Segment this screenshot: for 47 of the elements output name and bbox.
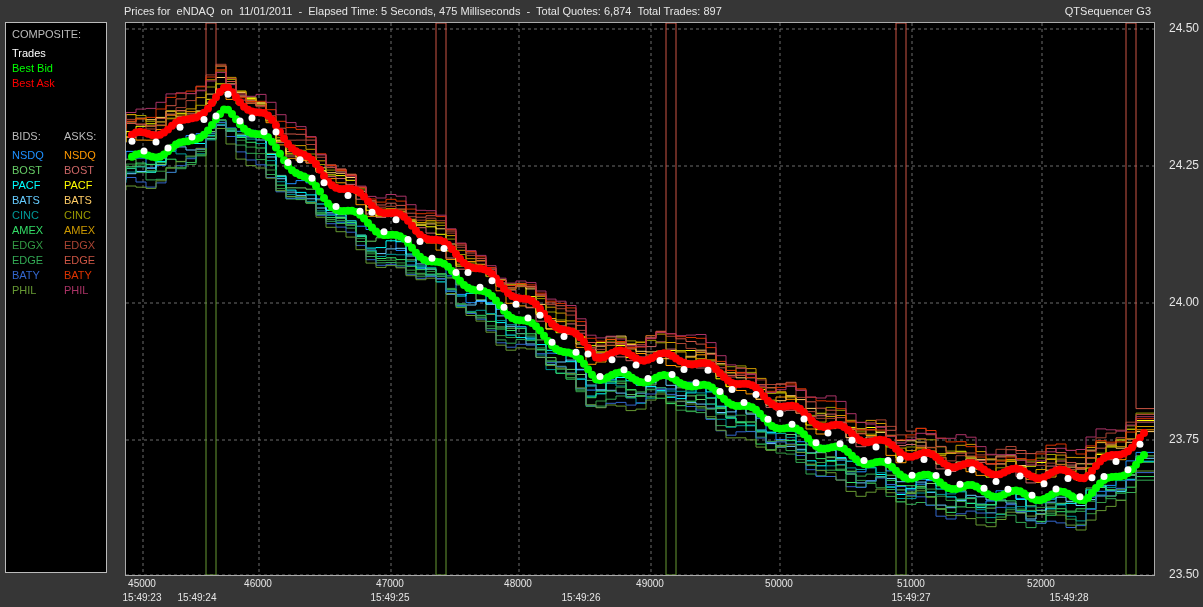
legend-label: CINC (64, 208, 91, 223)
legend-label: PHIL (12, 283, 37, 298)
y-axis-label: 23.75 (1168, 432, 1199, 446)
legend-label: BOST (64, 163, 94, 178)
legend-label: BATY (64, 268, 92, 283)
x-axis-label: 48000 (504, 578, 532, 589)
legend-heading: ASKS: (64, 129, 97, 144)
legend-label: NSDQ (12, 148, 44, 163)
legend-label: BOST (12, 163, 42, 178)
x-axis-label: 50000 (765, 578, 793, 589)
legend-label: PACF (64, 178, 93, 193)
legend-heading: COMPOSITE: (12, 27, 82, 42)
legend-label: BATS (12, 193, 40, 208)
legend-label: NSDQ (64, 148, 96, 163)
legend-label: Best Bid (12, 61, 53, 76)
legend-label: PHIL (64, 283, 89, 298)
y-axis-label: 24.50 (1168, 21, 1199, 35)
x-axis-label: 46000 (244, 578, 272, 589)
legend-label: EDGX (12, 238, 44, 253)
app-name: QTSequencer G3 (1064, 5, 1151, 17)
legend-label: BATY (12, 268, 40, 283)
legend-label: CINC (12, 208, 39, 223)
legend-label: AMEX (12, 223, 44, 238)
legend-label: EDGE (64, 253, 96, 268)
x-axis-label: 52000 (1027, 578, 1055, 589)
x-axis-label: 49000 (636, 578, 664, 589)
legend-label: EDGE (12, 253, 44, 268)
legend-heading: BIDS: (12, 129, 41, 144)
x-axis-label: 47000 (376, 578, 404, 589)
y-axis-label: 24.25 (1168, 158, 1199, 172)
time-label: 15:49:28 (1049, 592, 1089, 603)
chart-title: Prices for eNDAQ on 11/01/2011 - Elapsed Time: 5 Seconds, 475 Milliseconds - Total Quotes: 6,874 Total Trades: 897 (124, 5, 723, 17)
legend-label: Best Ask (12, 76, 55, 91)
time-label: 15:49:23 (122, 592, 162, 603)
time-label: 15:49:27 (891, 592, 931, 603)
x-axis-label: 45000 (128, 578, 156, 589)
legend-label: AMEX (64, 223, 96, 238)
legend-label: Trades (12, 46, 46, 61)
legend-label: EDGX (64, 238, 96, 253)
y-axis-label: 24.00 (1168, 295, 1199, 309)
legend-label: PACF (12, 178, 41, 193)
legend-label: BATS (64, 193, 92, 208)
time-label: 15:49:25 (370, 592, 410, 603)
time-label: 15:49:24 (177, 592, 217, 603)
time-label: 15:49:26 (561, 592, 601, 603)
x-axis-label: 51000 (897, 578, 925, 589)
y-axis-label: 23.50 (1168, 567, 1199, 581)
